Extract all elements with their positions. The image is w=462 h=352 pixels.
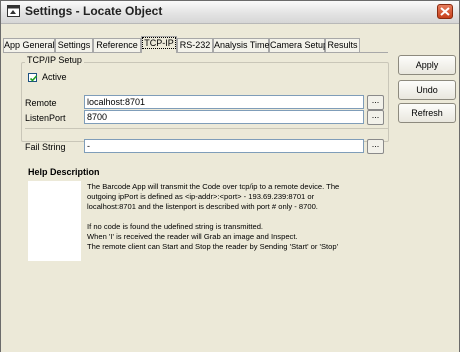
tab-tcp-ip[interactable]: TCP-IP bbox=[141, 36, 177, 53]
help-line: outgoing ipPort is defined as <ip-addr>:… bbox=[87, 192, 315, 201]
help-line: When 'I' is received the reader will Gra… bbox=[87, 232, 298, 241]
settings-window: Settings - Locate Object App General Set… bbox=[0, 0, 460, 352]
remote-field[interactable]: localhost:8701 bbox=[84, 95, 364, 109]
tab-analysis-time[interactable]: Analysis Time bbox=[213, 38, 270, 52]
app-window-icon bbox=[7, 5, 20, 17]
close-icon bbox=[440, 7, 450, 16]
help-line: The remote client can Start and Stop the… bbox=[87, 242, 339, 251]
tab-reference[interactable]: Reference bbox=[93, 38, 141, 52]
help-line: If no code is found the udefined string … bbox=[87, 222, 264, 231]
tab-pane-border bbox=[3, 52, 388, 53]
remote-browse-button[interactable]: ... bbox=[367, 95, 384, 110]
tab-rs-232[interactable]: RS-232 bbox=[177, 38, 213, 52]
apply-button[interactable]: Apply bbox=[398, 55, 456, 75]
active-label: Active bbox=[42, 72, 67, 82]
refresh-button[interactable]: Refresh bbox=[398, 103, 456, 123]
help-line: The Barcode App will transmit the Code o… bbox=[87, 182, 340, 191]
window-title: Settings - Locate Object bbox=[25, 4, 163, 18]
close-button[interactable] bbox=[437, 4, 453, 19]
checkmark-icon bbox=[29, 75, 38, 82]
tab-camera-setup[interactable]: Camera Setup bbox=[269, 38, 328, 52]
listenport-field[interactable]: 8700 bbox=[84, 110, 364, 124]
fail-string-field[interactable]: - bbox=[84, 139, 364, 153]
title-bar[interactable]: Settings - Locate Object bbox=[1, 1, 459, 24]
remote-label: Remote bbox=[25, 98, 57, 108]
fail-string-browse-button[interactable]: ... bbox=[367, 139, 384, 154]
help-image-area bbox=[28, 181, 81, 261]
help-description-title: Help Description bbox=[28, 167, 100, 177]
listenport-label: ListenPort bbox=[25, 113, 66, 123]
help-description-text: The Barcode App will transmit the Code o… bbox=[87, 182, 387, 252]
help-line: localhost:8701 and the listenport is des… bbox=[87, 202, 318, 211]
listenport-browse-button[interactable]: ... bbox=[367, 110, 384, 125]
fail-string-label: Fail String bbox=[25, 142, 66, 152]
divider bbox=[25, 128, 388, 129]
tab-settings[interactable]: Settings bbox=[55, 38, 93, 52]
tcp-setup-legend: TCP/IP Setup bbox=[25, 55, 84, 65]
tab-results[interactable]: Results bbox=[325, 38, 360, 52]
tab-app-general[interactable]: App General bbox=[3, 38, 55, 52]
undo-button[interactable]: Undo bbox=[398, 80, 456, 100]
active-checkbox[interactable] bbox=[28, 73, 38, 82]
